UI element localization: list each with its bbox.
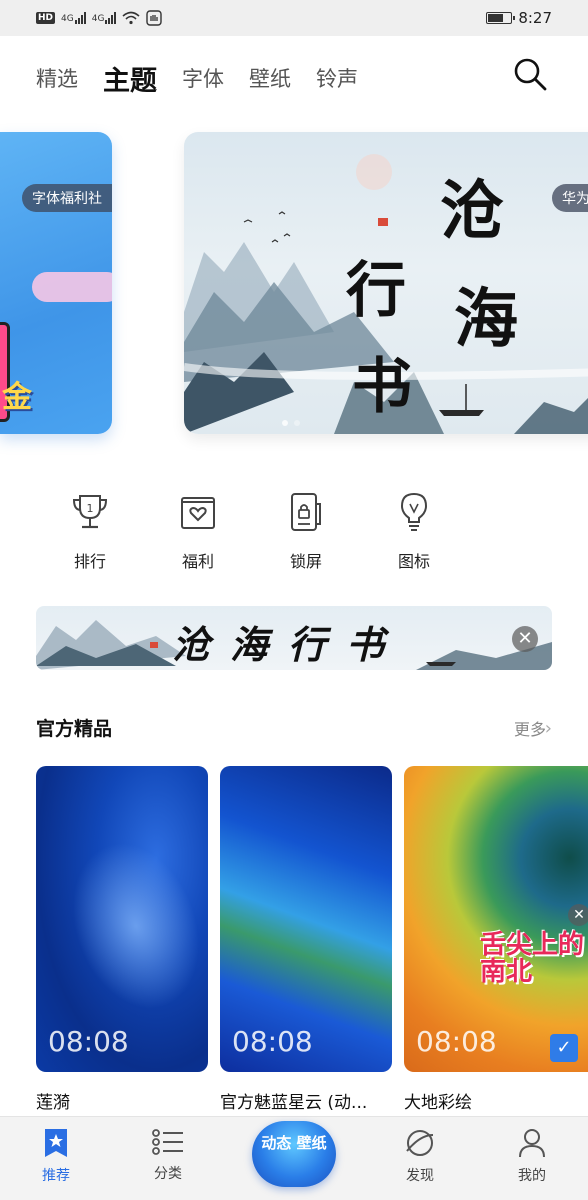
category-label: 福利 <box>181 552 214 571</box>
theme-list: 08:08 莲漪 08:08 官方魅蓝星云 (动... 舌尖上的 南北 08:0… <box>36 766 588 1116</box>
svg-text:1: 1 <box>87 502 94 515</box>
ad-banner[interactable]: 沧海行书 ✕ <box>36 606 552 670</box>
theme-name: 官方魅蓝星云 (动... <box>220 1093 368 1113</box>
theme-name: 大地彩绘 <box>404 1093 472 1113</box>
theme-card[interactable]: 08:08 <box>220 766 392 1072</box>
hd-badge: HD <box>36 12 56 24</box>
checkmark-icon: ✓ <box>550 1034 578 1062</box>
signal-icon: 4G <box>92 12 117 24</box>
signal-icon: 4G <box>61 12 86 24</box>
category-label: 图标 <box>397 552 430 571</box>
calligraphy-char: 书 <box>352 352 412 422</box>
banner-tag: 华为 <box>552 184 588 212</box>
tab-fonts[interactable]: 字体 <box>182 63 224 93</box>
battery-icon <box>486 12 516 24</box>
calligraphy-char: 沧 <box>440 174 504 249</box>
theme-card[interactable]: 08:08 <box>36 766 208 1072</box>
tab-themes[interactable]: 主题 <box>103 59 157 98</box>
lock-screen-icon <box>291 493 321 531</box>
nav-recommend[interactable]: 推荐 <box>0 1117 112 1200</box>
status-bar: HD 4G 4G 8:27 <box>0 0 588 36</box>
ad-title: 沧海行书 <box>172 622 405 667</box>
nav-label: 我的 <box>518 1168 546 1184</box>
tab-featured[interactable]: 精选 <box>36 63 78 93</box>
decor-cloud <box>32 272 112 302</box>
nav-mine[interactable]: 我的 <box>476 1117 588 1200</box>
theme-name: 莲漪 <box>36 1093 70 1113</box>
tab-ringtones[interactable]: 铃声 <box>316 63 358 93</box>
banner-tag: 字体福利社 <box>22 184 112 212</box>
lightbulb-icon <box>400 492 428 531</box>
hand-icon <box>146 10 163 26</box>
preview-time: 08:08 <box>48 1025 129 1058</box>
gift-heart-icon <box>181 497 215 529</box>
carousel-dots <box>282 420 300 426</box>
trophy-icon: 1 <box>72 495 108 529</box>
promo-sticker[interactable]: 舌尖上的 南北 <box>480 931 588 987</box>
nav-discover[interactable]: 发现 <box>364 1117 476 1200</box>
category-icons[interactable]: 图标 <box>360 490 468 572</box>
calligraphy-char: 海 <box>454 282 518 357</box>
planet-icon <box>406 1130 434 1156</box>
list-icon <box>152 1129 183 1155</box>
tab-wallpapers[interactable]: 壁纸 <box>249 63 291 93</box>
nav-label: 发现 <box>406 1168 434 1184</box>
preview-time: 08:08 <box>232 1025 313 1058</box>
bottom-nav: 推荐 分类 动态 壁纸 发现 我的 <box>0 1116 588 1200</box>
category-label: 锁屏 <box>289 552 322 571</box>
wifi-icon <box>122 11 140 25</box>
category-welfare[interactable]: 福利 <box>144 490 252 572</box>
nav-label: 推荐 <box>42 1168 70 1184</box>
person-icon <box>519 1129 545 1158</box>
banner-font-welfare[interactable]: 金 字体福利社 <box>0 132 112 434</box>
top-tabs: 精选 主题 字体 壁纸 铃声 <box>0 36 588 120</box>
more-link[interactable]: 更多 <box>514 716 546 740</box>
banner-canghai-font[interactable]: 沧 海 行 书 华为 <box>184 132 588 434</box>
nav-category[interactable]: 分类 <box>112 1117 224 1200</box>
category-row: 1 排行 福利 锁屏 图标 <box>36 490 468 572</box>
close-icon[interactable]: ✕ <box>512 626 538 652</box>
category-lockscreen[interactable]: 锁屏 <box>252 490 360 572</box>
section-title: 官方精品 <box>36 718 113 740</box>
theme-card[interactable]: 舌尖上的 南北 08:08 ✓ <box>404 766 588 1072</box>
star-bookmark-icon <box>45 1129 67 1157</box>
preview-time: 08:08 <box>416 1025 497 1058</box>
category-ranking[interactable]: 1 排行 <box>36 490 144 572</box>
chevron-right-icon[interactable]: › <box>545 718 552 739</box>
close-icon[interactable]: ✕ <box>568 904 588 926</box>
search-icon[interactable] <box>512 56 548 92</box>
calligraphy-char: 行 <box>346 256 406 326</box>
banner-char: 金 <box>2 380 32 415</box>
clock: 8:27 <box>518 9 552 27</box>
category-label: 排行 <box>73 552 106 571</box>
nav-label: 分类 <box>154 1166 182 1182</box>
live-wallpaper-button[interactable]: 动态 壁纸 <box>252 1121 336 1187</box>
